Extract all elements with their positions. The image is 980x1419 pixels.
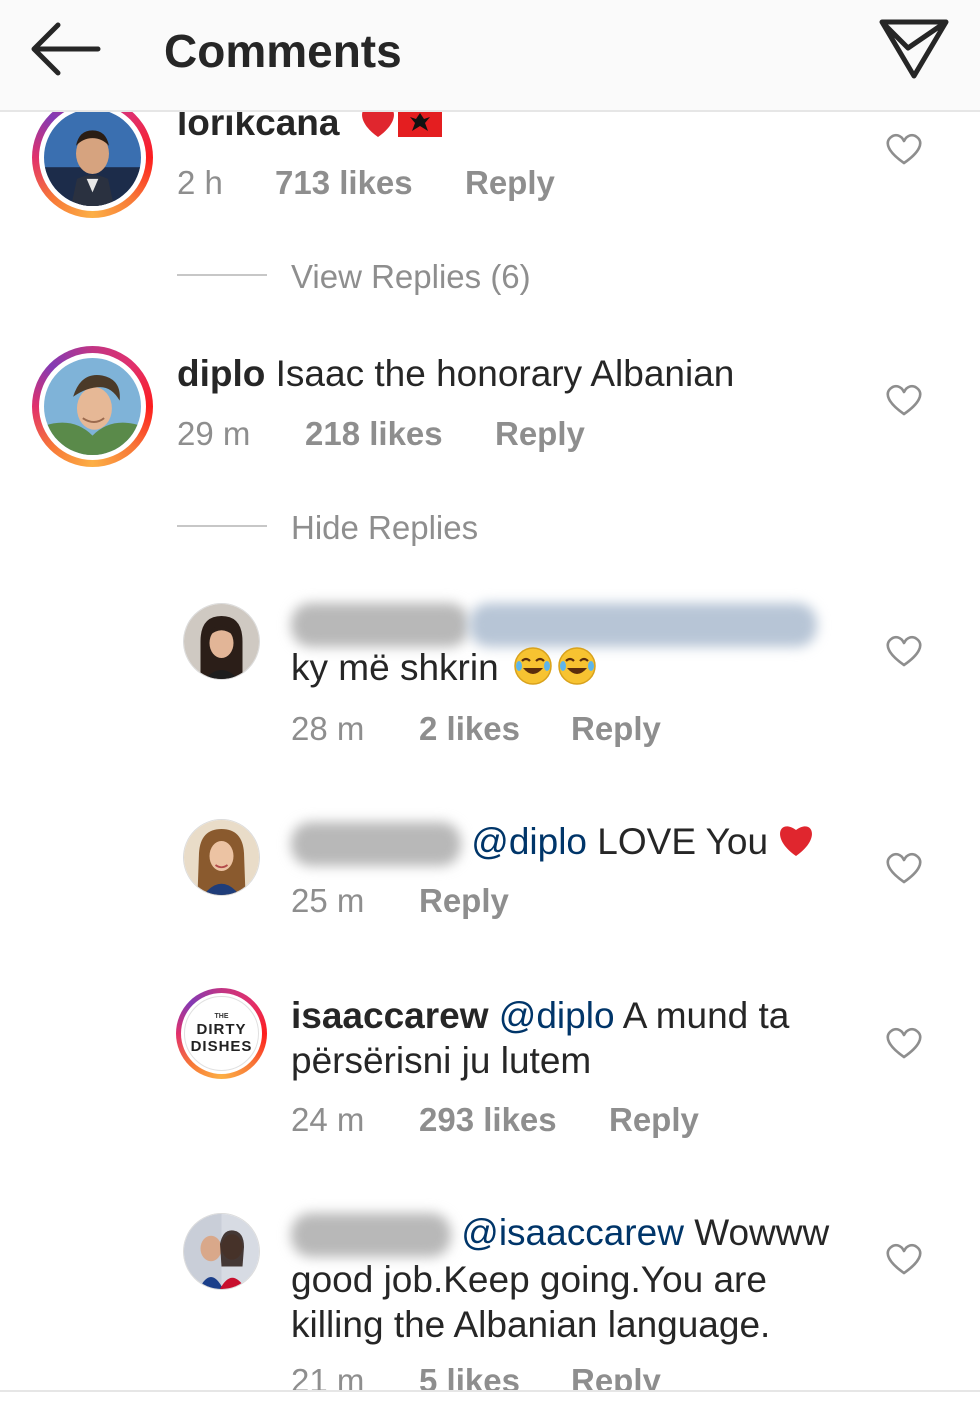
comment-body: LOVE You [597,821,769,862]
reply-button[interactable]: Reply [419,882,509,920]
avatar[interactable] [32,346,153,467]
comment-text: lorikcana [177,112,442,145]
back-button[interactable] [28,22,102,76]
comment-meta: 29 m 218 likes Reply [177,415,585,453]
comment-body-continued: good job.Keep going.You are [291,1259,767,1301]
view-replies-toggle[interactable]: View Replies (6) [177,258,531,296]
avatar[interactable]: THE DIRTY DISHES [176,988,267,1079]
comment-username[interactable]: diplo [177,353,265,394]
comment-text: @diplo LOVE You [291,819,816,867]
comment-time: 29 m [177,415,251,452]
hide-replies-label: Hide Replies [291,509,479,546]
albania-flag-icon [397,112,442,137]
share-button[interactable] [878,14,950,82]
comment-time: 24 m [291,1101,365,1138]
avatar[interactable] [183,1213,260,1290]
avatar-brand-line2: DISHES [190,1037,253,1055]
like-heart-icon[interactable] [886,851,922,885]
reply-button[interactable]: Reply [495,415,585,453]
comment-body: Isaac the honorary Albanian [275,353,735,394]
blurred-mention [469,603,817,648]
comment-text: ky më shkrin [291,645,597,690]
reply-button[interactable]: Reply [571,710,661,748]
avatar[interactable] [183,603,260,680]
comment-time: 25 m [291,882,365,919]
page-title: Comments [164,25,402,77]
bottom-divider [0,1390,980,1392]
blurred-username [291,822,461,867]
comment-emoji [350,112,442,143]
comment-meta: 2 h 713 likes Reply [177,164,555,202]
red-heart-emoji-icon [361,112,394,137]
avatar[interactable] [32,112,153,218]
comment-username[interactable]: isaaccarew [291,995,489,1036]
avatar-brand-line1: DIRTY [196,1020,247,1038]
blurred-username [291,603,469,648]
likes-count[interactable]: 5 likes [419,1362,571,1390]
comment-text: isaaccarew @diplo A mund ta përsërisni j… [291,993,851,1083]
like-heart-icon[interactable] [886,634,922,668]
thread-line [177,274,267,277]
reply-author-redacted [291,600,817,648]
paper-plane-icon [879,19,949,79]
likes-count[interactable]: 713 likes [275,164,465,202]
avatar-brand-small: THE [214,1012,229,1020]
view-replies-label: View Replies (6) [291,258,531,295]
comment-time: 21 m [291,1362,365,1390]
like-heart-icon[interactable] [886,1026,922,1060]
comment-body-continued: përsërisni ju lutem [291,1040,592,1081]
comment-body: Wowww [694,1212,830,1253]
comment-mention[interactable]: @diplo [499,995,615,1036]
comment-body: ky më shkrin [291,647,499,688]
laughing-tears-emoji-icon [514,647,552,685]
comment-text: @isaaccarew Wowww good job.Keep going.Yo… [291,1210,851,1347]
comment-mention[interactable]: @diplo [471,821,587,862]
comment-body-continued: killing the Albanian language. [291,1304,771,1346]
comment-meta: 24 m 293 likes Reply [291,1101,699,1139]
like-heart-icon[interactable] [886,132,922,166]
laughing-tears-emoji-icon [558,647,596,685]
comment-time: 28 m [291,710,365,747]
reply-button[interactable]: Reply [571,1362,661,1390]
arrow-left-icon [31,22,101,76]
comment-time: 2 h [177,164,223,201]
comment-meta: 21 m 5 likes Reply [291,1362,661,1390]
top-bar: Comments [0,0,980,112]
likes-count[interactable]: 2 likes [419,710,571,748]
like-heart-icon[interactable] [886,383,922,417]
reply-button[interactable]: Reply [609,1101,699,1139]
likes-count[interactable]: 218 likes [305,415,495,453]
comment-body: A mund ta [622,995,790,1036]
avatar[interactable] [183,819,260,896]
comment-mention[interactable]: @isaaccarew [461,1212,684,1253]
comments-feed[interactable]: lorikcana 2 h 713 likes Reply View Replies… [0,112,980,1390]
thread-line [177,525,267,528]
comment-username[interactable]: lorikcana [177,112,339,143]
comment-meta: 28 m 2 likes Reply [291,710,661,748]
reply-button[interactable]: Reply [465,164,555,202]
comment-text: diplo Isaac the honorary Albanian [177,351,734,396]
blurred-username [291,1213,451,1258]
likes-count[interactable]: 293 likes [419,1101,609,1139]
red-heart-emoji-icon [780,826,813,856]
comment-meta: 25 m Reply [291,882,509,920]
like-heart-icon[interactable] [886,1242,922,1276]
hide-replies-toggle[interactable]: Hide Replies [177,509,478,547]
